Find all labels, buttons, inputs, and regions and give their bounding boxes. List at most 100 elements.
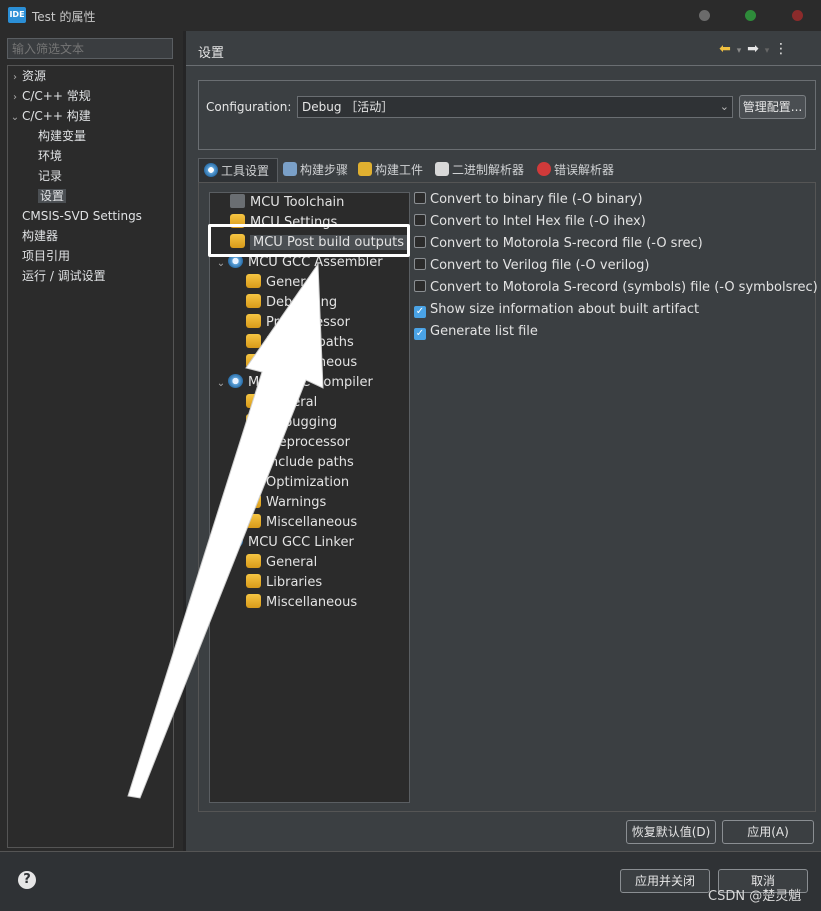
option-show-size-info[interactable]: ✓ Show size information about built artif… xyxy=(414,300,699,320)
tree-item-assembler-include-paths[interactable]: Include paths xyxy=(246,333,354,353)
configuration-label: Configuration: xyxy=(206,100,292,114)
forward-arrow-icon[interactable]: ➡ xyxy=(744,40,762,58)
tree-item-linker-miscellaneous[interactable]: Miscellaneous xyxy=(246,593,357,613)
checkbox[interactable] xyxy=(414,214,426,226)
folder-gear-icon xyxy=(246,594,261,608)
title-bar xyxy=(0,0,821,31)
apply-and-close-button[interactable]: 应用并关闭 xyxy=(620,869,710,893)
preferences-tree: › 资源 › C/C++ 常规 ⌄ C/C++ 构建 构建变量 环境 记录 设置 CM… xyxy=(7,65,174,848)
option-convert-srec[interactable]: Convert to Motorola S-record file (-O sr… xyxy=(414,234,703,254)
tree-item-mcu-gcc-linker[interactable]: ⌄ MCU GCC Linker xyxy=(214,533,354,553)
option-convert-binary[interactable]: Convert to binary file (-O binary) xyxy=(414,190,643,210)
restore-defaults-button[interactable]: 恢复默认值(D) xyxy=(626,820,716,844)
folder-gear-icon xyxy=(246,354,261,368)
checkbox-checked[interactable]: ✓ xyxy=(414,306,426,318)
chevron-down-icon[interactable]: ⌄ xyxy=(214,374,228,394)
nav-item-project-references[interactable]: 项目引用 xyxy=(8,246,173,266)
tree-item-assembler-general[interactable]: General xyxy=(246,273,317,293)
checkbox-checked[interactable]: ✓ xyxy=(414,328,426,340)
back-dropdown-icon[interactable]: ▾ xyxy=(734,42,744,60)
option-convert-srec-symbols[interactable]: Convert to Motorola S-record (symbols) f… xyxy=(414,278,818,298)
sash-divider[interactable] xyxy=(183,31,186,851)
folder-gear-icon xyxy=(246,294,261,308)
chevron-down-icon[interactable]: ⌄ xyxy=(8,108,22,128)
forward-dropdown-icon[interactable]: ▾ xyxy=(762,42,772,60)
tree-item-compiler-warnings[interactable]: Warnings xyxy=(246,493,326,513)
maximize-button[interactable] xyxy=(745,10,756,21)
nav-item-environment[interactable]: 环境 xyxy=(8,146,173,166)
tree-item-compiler-optimization[interactable]: Optimization xyxy=(246,473,349,493)
close-button[interactable] xyxy=(792,10,803,21)
tab-error-parsers[interactable]: 错误解析器 xyxy=(532,158,614,182)
chevron-right-icon[interactable]: › xyxy=(8,88,22,108)
folder-gear-icon xyxy=(246,574,261,588)
tree-item-compiler-miscellaneous[interactable]: Miscellaneous xyxy=(246,513,357,533)
checkbox[interactable] xyxy=(414,258,426,270)
folder-gear-icon xyxy=(246,554,261,568)
header-divider xyxy=(186,65,821,66)
document-icon xyxy=(435,162,449,176)
tab-bar: 工具设置 构建步骤 构建工件 二进制解析器 错误解析器 xyxy=(198,158,816,182)
tab-build-artifact[interactable]: 构建工件 xyxy=(353,158,423,182)
tree-item-assembler-miscellaneous[interactable]: Miscellaneous xyxy=(246,353,357,373)
folder-gear-icon xyxy=(246,474,261,488)
trophy-icon xyxy=(358,162,372,176)
checkbox[interactable] xyxy=(414,280,426,292)
nav-item-logging[interactable]: 记录 xyxy=(8,166,173,186)
app-icon: IDE xyxy=(8,7,26,23)
tree-item-compiler-general[interactable]: General xyxy=(246,393,317,413)
nav-item-resources[interactable]: › 资源 xyxy=(8,66,173,86)
back-arrow-icon[interactable]: ⬅ xyxy=(716,40,734,58)
gear-icon xyxy=(204,163,218,177)
apply-button[interactable]: 应用(A) xyxy=(722,820,814,844)
error-icon xyxy=(537,162,551,176)
folder-gear-icon xyxy=(246,394,261,408)
option-convert-intel-hex[interactable]: Convert to Intel Hex file (-O ihex) xyxy=(414,212,646,232)
tree-item-compiler-include-paths[interactable]: Include paths xyxy=(246,453,354,473)
nav-item-build-variables[interactable]: 构建变量 xyxy=(8,126,173,146)
checkbox[interactable] xyxy=(414,236,426,248)
page-title: 设置 xyxy=(198,46,225,61)
tab-binary-parsers[interactable]: 二进制解析器 xyxy=(430,158,524,182)
chevron-right-icon[interactable]: › xyxy=(8,68,22,88)
tree-item-linker-libraries[interactable]: Libraries xyxy=(246,573,322,593)
more-menu-icon[interactable]: ⋮ xyxy=(772,40,790,58)
folder-gear-icon xyxy=(246,314,261,328)
tree-item-mcu-gcc-compiler[interactable]: ⌄ MCU GCC Compiler xyxy=(214,373,373,393)
window-title: Test 的属性 xyxy=(32,10,96,24)
filter-input[interactable] xyxy=(7,38,173,59)
chevron-down-icon[interactable]: ⌄ xyxy=(214,534,228,554)
annotation-highlight-box xyxy=(208,224,410,257)
minimize-button[interactable] xyxy=(699,10,710,21)
option-convert-verilog[interactable]: Convert to Verilog file (-O verilog) xyxy=(414,256,649,276)
nav-item-cpp-build[interactable]: ⌄ C/C++ 构建 xyxy=(8,106,173,126)
configuration-select[interactable]: Debug ［活动］ ⌄ xyxy=(297,96,733,118)
tree-item-compiler-debugging[interactable]: Debugging xyxy=(246,413,337,433)
wrench-icon xyxy=(283,162,297,176)
nav-item-settings[interactable]: 设置 xyxy=(8,186,173,206)
help-icon[interactable]: ? xyxy=(18,871,36,889)
folder-gear-icon xyxy=(246,434,261,448)
preferences-tree-list: › 资源 › C/C++ 常规 ⌄ C/C++ 构建 构建变量 环境 记录 设置 CM… xyxy=(8,66,173,286)
nav-item-cmsis-svd[interactable]: CMSIS-SVD Settings xyxy=(8,206,173,226)
tab-tool-settings[interactable]: 工具设置 xyxy=(198,158,278,182)
chevron-down-icon: ⌄ xyxy=(719,100,729,113)
tree-item-assembler-preprocessor[interactable]: Preprocessor xyxy=(246,313,350,333)
chevron-down-icon[interactable]: ⌄ xyxy=(214,254,228,274)
nav-toolbar: ⬅ ▾ ➡ ▾ ⋮ xyxy=(716,40,816,60)
nav-item-run-debug-settings[interactable]: 运行 / 调试设置 xyxy=(8,266,173,286)
tree-item-linker-general[interactable]: General xyxy=(246,553,317,573)
folder-gear-icon xyxy=(246,274,261,288)
nav-item-cpp-general[interactable]: › C/C++ 常规 xyxy=(8,86,173,106)
option-generate-list-file[interactable]: ✓ Generate list file xyxy=(414,322,538,342)
tree-item-compiler-preprocessor[interactable]: Preprocessor xyxy=(246,433,350,453)
checkbox[interactable] xyxy=(414,192,426,204)
tab-build-steps[interactable]: 构建步骤 xyxy=(278,158,348,182)
gear-icon xyxy=(228,374,243,388)
nav-item-builders[interactable]: 构建器 xyxy=(8,226,173,246)
folder-gear-icon xyxy=(246,514,261,528)
tree-item-assembler-debugging[interactable]: Debugging xyxy=(246,293,337,313)
manage-configurations-button[interactable]: 管理配置... xyxy=(739,95,806,119)
folder-gear-icon xyxy=(246,334,261,348)
tree-item-mcu-toolchain[interactable]: MCU Toolchain xyxy=(230,193,344,213)
